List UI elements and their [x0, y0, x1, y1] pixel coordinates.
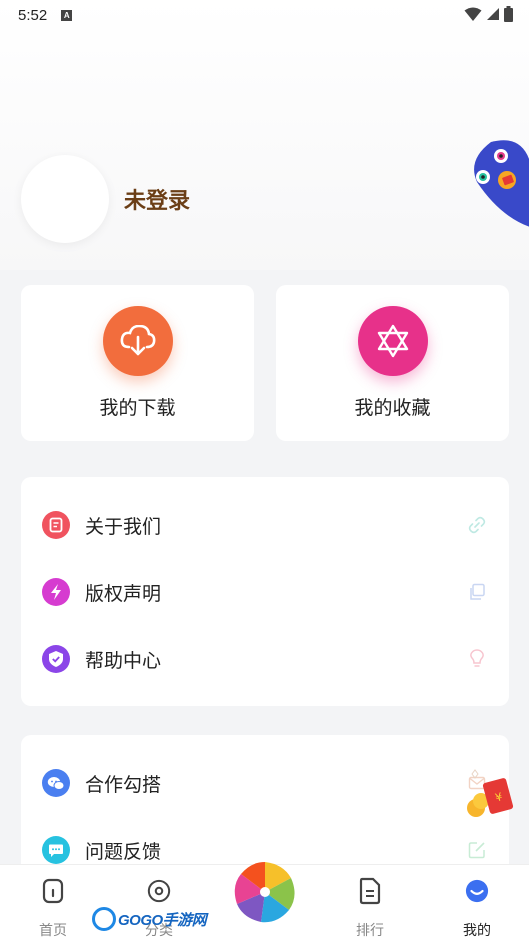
signal-icon — [487, 8, 499, 20]
menu-item-about[interactable]: 关于我们 — [21, 505, 509, 545]
rank-icon — [358, 877, 382, 905]
menu-label-help: 帮助中心 — [85, 649, 162, 672]
status-icons — [464, 6, 513, 22]
menu-group-info: 关于我们 版权声明 帮助中心 — [21, 477, 509, 706]
menu-label-feedback: 问题反馈 — [85, 840, 162, 863]
status-time: 5:52 — [18, 6, 48, 24]
menu-item-help[interactable]: 帮助中心 — [21, 639, 509, 679]
nav-label-home: 首页 — [39, 923, 67, 939]
star-of-david-icon — [358, 306, 428, 376]
nav-mine[interactable]: 我的 — [437, 865, 517, 942]
profile-icon — [465, 877, 489, 905]
menu-label-cooperation: 合作勾搭 — [85, 773, 162, 796]
chat-icon — [42, 836, 70, 864]
my-downloads-card[interactable]: 我的下载 — [21, 285, 254, 441]
my-favorites-label: 我的收藏 — [354, 397, 431, 419]
wifi-icon — [464, 7, 482, 21]
my-downloads-label: 我的下载 — [99, 397, 176, 419]
mascot-icon[interactable] — [471, 138, 529, 228]
status-bar: 5:52 A — [0, 0, 529, 30]
home-icon — [41, 877, 65, 905]
login-status[interactable]: 未登录 — [124, 183, 190, 215]
pinwheel-icon[interactable] — [233, 860, 297, 924]
category-icon — [147, 877, 171, 905]
nav-label-rank: 排行 — [356, 923, 384, 939]
battery-icon — [504, 6, 513, 22]
wechat-icon — [42, 769, 70, 797]
notification-indicator: A — [61, 9, 73, 21]
document-icon — [42, 511, 70, 539]
nav-home[interactable]: 首页 — [13, 865, 93, 942]
menu-label-copyright: 版权声明 — [85, 582, 162, 605]
link-icon — [467, 515, 487, 535]
menu-item-cooperation[interactable]: 合作勾搭 — [21, 763, 509, 803]
watermark-logo: GOGO手游网 — [92, 906, 207, 932]
avatar[interactable] — [21, 155, 109, 243]
watermark-icon — [92, 907, 116, 931]
edit-icon — [467, 840, 487, 860]
nav-rank[interactable]: 排行 — [330, 865, 410, 942]
red-packet-icon[interactable]: ¥ — [462, 768, 518, 818]
nav-label-mine: 我的 — [463, 923, 491, 939]
menu-label-about: 关于我们 — [85, 515, 162, 538]
watermark-text: GOGO手游网 — [118, 911, 207, 929]
bulb-icon — [467, 649, 487, 669]
lightning-icon — [42, 578, 70, 606]
cloud-download-icon — [103, 306, 173, 376]
my-favorites-card[interactable]: 我的收藏 — [276, 285, 509, 441]
copy-icon — [467, 582, 487, 602]
menu-item-copyright[interactable]: 版权声明 — [21, 572, 509, 612]
shield-icon — [42, 645, 70, 673]
